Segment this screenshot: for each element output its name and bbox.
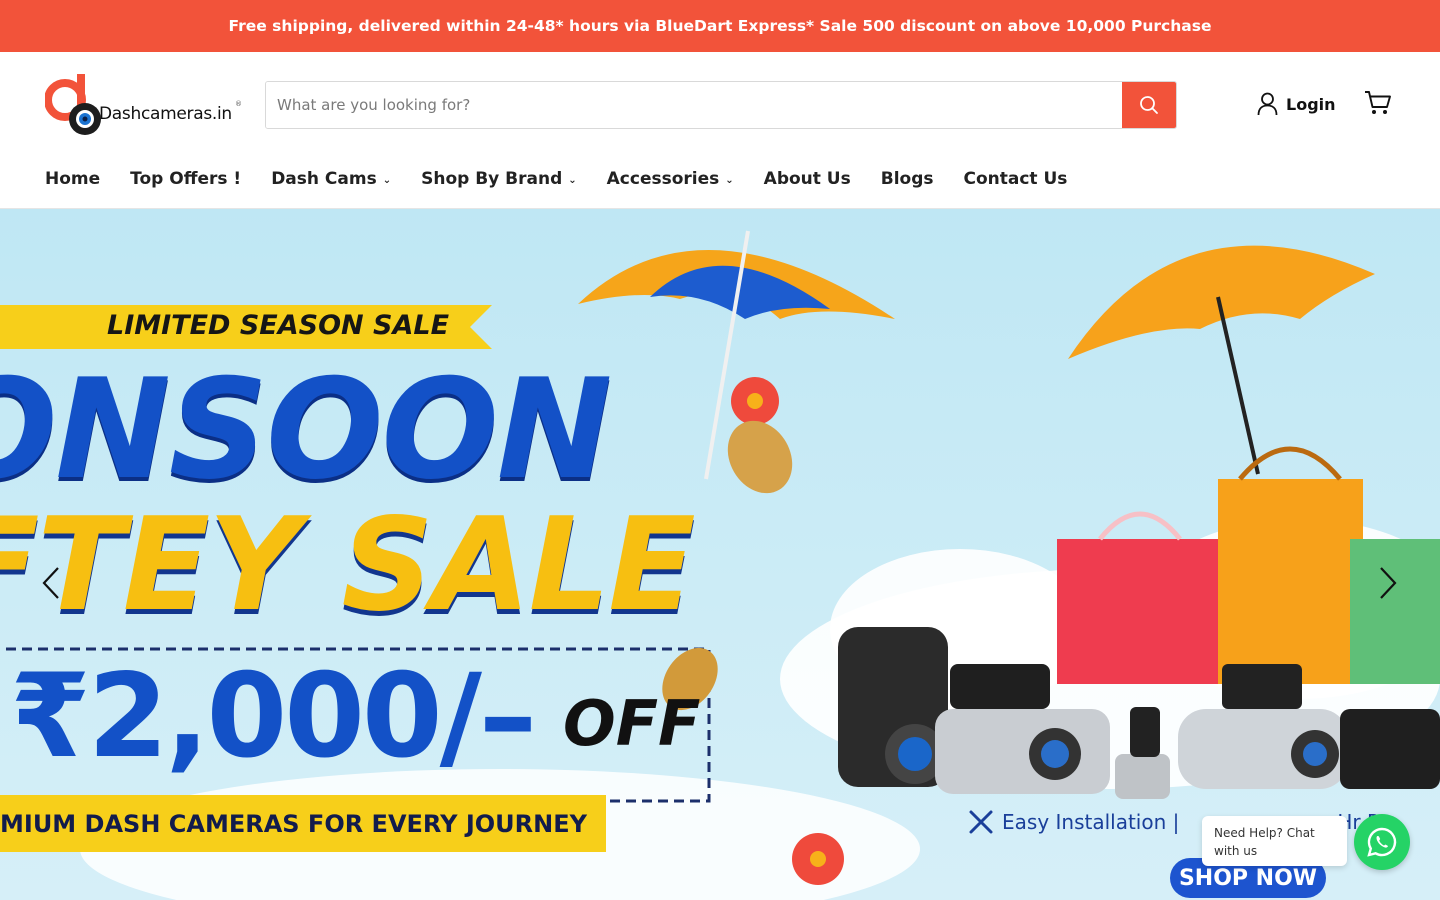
hero-off: OFF: [563, 687, 701, 760]
site-header: Dashcameras.in ® Login: [0, 52, 1440, 158]
hero-amount: ₹2,000/–: [10, 649, 537, 784]
hero-headline-2: FTEY SALE: [0, 491, 696, 640]
slider-next-button[interactable]: [1373, 563, 1403, 603]
login-label: Login: [1286, 94, 1336, 114]
hero-feature-1: Easy Installation |: [1002, 810, 1180, 834]
nav-dash-cams[interactable]: Dash Cams ⌄: [271, 169, 391, 197]
nav-top-offers[interactable]: Top Offers !: [130, 169, 241, 197]
search-icon: [1140, 96, 1158, 114]
nav-top-offers-label: Top Offers !: [130, 169, 242, 189]
announcement-text: Free shipping, delivered within 24-48* h…: [228, 17, 1212, 35]
nav-about-us[interactable]: About Us: [764, 169, 851, 197]
logo-mark-icon: [45, 74, 101, 135]
search-input[interactable]: [266, 82, 1122, 128]
whatsapp-icon: [1367, 827, 1397, 857]
main-nav: Home Top Offers ! Dash Cams ⌄ Shop By Bra…: [0, 158, 1440, 209]
nav-home-label: Home: [45, 169, 101, 189]
nav-contact-us-label: Contact Us: [963, 169, 1068, 189]
chevron-down-icon: ⌄: [568, 174, 577, 186]
chat-bubble-text: Need Help? Chat with us: [1214, 826, 1315, 858]
hero-slider[interactable]: LIMITED SEASON SALE ONSOON FTEY SALE ₹2,…: [0, 209, 1440, 900]
site-logo[interactable]: Dashcameras.in ®: [45, 72, 245, 138]
nav-blogs-label: Blogs: [880, 169, 934, 189]
chevron-right-icon: [1380, 567, 1397, 599]
cart-button[interactable]: [1364, 90, 1392, 120]
announcement-bar: Free shipping, delivered within 24-48* h…: [0, 0, 1440, 52]
chevron-down-icon: ⌄: [725, 174, 734, 186]
logo-text: Dashcameras.in: [99, 104, 232, 124]
nav-shop-by-brand[interactable]: Shop By Brand ⌄: [421, 169, 577, 197]
chevron-down-icon: ⌄: [382, 174, 392, 186]
tools-icon: [969, 810, 993, 834]
cart-icon: [1365, 91, 1391, 114]
user-icon: [1257, 92, 1278, 116]
login-link[interactable]: Login: [1257, 92, 1336, 116]
nav-blogs[interactable]: Blogs: [881, 169, 934, 197]
hero-headline-1: ONSOON: [0, 349, 612, 510]
chat-bubble[interactable]: Need Help? Chat with us: [1202, 816, 1347, 866]
hero-badge: LIMITED SEASON SALE: [107, 310, 450, 341]
nav-home[interactable]: Home: [45, 169, 100, 197]
search-button[interactable]: [1122, 82, 1176, 128]
hero-tagline: MIUM DASH CAMERAS FOR EVERY JOURNEY: [0, 795, 606, 852]
nav-accessories-label: Accessories: [606, 169, 720, 189]
logo-registered: ®: [235, 100, 242, 108]
nav-dash-cams-label: Dash Cams: [271, 169, 377, 189]
nav-accessories[interactable]: Accessories ⌄: [607, 169, 734, 197]
nav-shop-by-brand-label: Shop By Brand: [421, 169, 563, 189]
search-bar: [265, 81, 1177, 129]
chevron-left-icon: [42, 567, 59, 599]
whatsapp-button[interactable]: [1354, 814, 1410, 870]
nav-about-us-label: About Us: [763, 169, 851, 189]
nav-contact-us[interactable]: Contact Us: [964, 169, 1068, 197]
slider-prev-button[interactable]: [36, 563, 66, 603]
